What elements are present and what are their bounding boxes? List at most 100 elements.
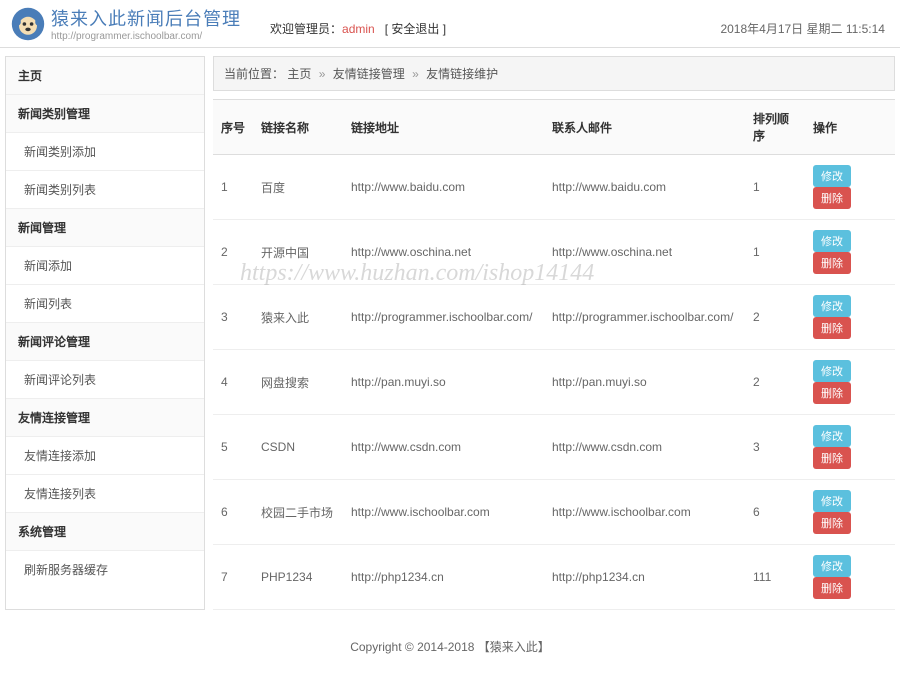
- cell-url: http://www.ischoolbar.com: [343, 480, 544, 545]
- table-row: 2开源中国http://www.oschina.nethttp://www.os…: [213, 220, 895, 285]
- cell-actions: 修改删除: [805, 480, 895, 545]
- welcome-text: 欢迎管理员：admin: [270, 20, 375, 37]
- cell-no: 7: [213, 545, 253, 610]
- edit-button[interactable]: 修改: [813, 425, 851, 447]
- cell-url: http://www.csdn.com: [343, 415, 544, 480]
- delete-button[interactable]: 删除: [813, 577, 851, 599]
- sidebar-item-10[interactable]: 友情连接添加: [6, 437, 204, 475]
- breadcrumb-item[interactable]: 友情链接维护: [426, 67, 498, 81]
- sidebar-item-3[interactable]: 新闻类别列表: [6, 171, 204, 209]
- table-row: 7PHP1234http://php1234.cnhttp://php1234.…: [213, 545, 895, 610]
- edit-button[interactable]: 修改: [813, 360, 851, 382]
- cell-no: 5: [213, 415, 253, 480]
- cell-email: http://www.ischoolbar.com: [544, 480, 745, 545]
- logo-subtitle: http://programmer.ischoolbar.com/: [51, 31, 241, 42]
- table-row: 6校园二手市场http://www.ischoolbar.comhttp://w…: [213, 480, 895, 545]
- cell-email: http://programmer.ischoolbar.com/: [544, 285, 745, 350]
- cell-name: 网盘搜索: [253, 350, 343, 415]
- sidebar-item-4[interactable]: 新闻管理: [6, 209, 204, 247]
- cell-no: 6: [213, 480, 253, 545]
- table-row: 3猿来入此http://programmer.ischoolbar.com/ht…: [213, 285, 895, 350]
- delete-button[interactable]: 删除: [813, 382, 851, 404]
- cell-no: 4: [213, 350, 253, 415]
- cell-url: http://programmer.ischoolbar.com/: [343, 285, 544, 350]
- logo: 猿来入此新闻后台管理 http://programmer.ischoolbar.…: [10, 5, 241, 42]
- cell-actions: 修改删除: [805, 220, 895, 285]
- delete-button[interactable]: 删除: [813, 252, 851, 274]
- cell-actions: 修改删除: [805, 350, 895, 415]
- cell-url: http://pan.muyi.so: [343, 350, 544, 415]
- monkey-icon: [10, 6, 46, 42]
- edit-button[interactable]: 修改: [813, 295, 851, 317]
- cell-order: 111: [745, 545, 805, 610]
- sidebar-item-11[interactable]: 友情连接列表: [6, 475, 204, 513]
- delete-button[interactable]: 删除: [813, 512, 851, 534]
- sidebar-item-6[interactable]: 新闻列表: [6, 285, 204, 323]
- cell-email: http://www.oschina.net: [544, 220, 745, 285]
- cell-order: 1: [745, 155, 805, 220]
- cell-name: CSDN: [253, 415, 343, 480]
- column-header: 序号: [213, 100, 253, 155]
- sidebar-item-7[interactable]: 新闻评论管理: [6, 323, 204, 361]
- cell-email: http://www.csdn.com: [544, 415, 745, 480]
- column-header: 联系人邮件: [544, 100, 745, 155]
- cell-actions: 修改删除: [805, 415, 895, 480]
- cell-no: 3: [213, 285, 253, 350]
- delete-button[interactable]: 删除: [813, 187, 851, 209]
- cell-order: 2: [745, 285, 805, 350]
- table-row: 5CSDNhttp://www.csdn.comhttp://www.csdn.…: [213, 415, 895, 480]
- admin-name: admin: [342, 22, 375, 36]
- column-header: 链接地址: [343, 100, 544, 155]
- cell-name: 校园二手市场: [253, 480, 343, 545]
- column-header: 链接名称: [253, 100, 343, 155]
- breadcrumb-item[interactable]: 主页: [287, 67, 311, 81]
- table-row: 1百度http://www.baidu.comhttp://www.baidu.…: [213, 155, 895, 220]
- cell-name: 开源中国: [253, 220, 343, 285]
- edit-button[interactable]: 修改: [813, 165, 851, 187]
- content: 当前位置： 主页 » 友情链接管理 » 友情链接维护 序号链接名称链接地址联系人…: [213, 56, 895, 610]
- cell-name: 猿来入此: [253, 285, 343, 350]
- sidebar-item-8[interactable]: 新闻评论列表: [6, 361, 204, 399]
- edit-button[interactable]: 修改: [813, 490, 851, 512]
- breadcrumb-item[interactable]: 友情链接管理: [333, 67, 405, 81]
- logo-title: 猿来入此新闻后台管理: [51, 5, 241, 31]
- cell-name: PHP1234: [253, 545, 343, 610]
- column-header: 操作: [805, 100, 895, 155]
- edit-button[interactable]: 修改: [813, 230, 851, 252]
- cell-no: 1: [213, 155, 253, 220]
- cell-order: 6: [745, 480, 805, 545]
- cell-url: http://www.oschina.net: [343, 220, 544, 285]
- cell-no: 2: [213, 220, 253, 285]
- edit-button[interactable]: 修改: [813, 555, 851, 577]
- breadcrumb: 当前位置： 主页 » 友情链接管理 » 友情链接维护: [213, 56, 895, 91]
- delete-button[interactable]: 删除: [813, 447, 851, 469]
- sidebar-item-5[interactable]: 新闻添加: [6, 247, 204, 285]
- cell-order: 1: [745, 220, 805, 285]
- logout-link[interactable]: [ 安全退出 ]: [385, 20, 446, 37]
- cell-email: http://php1234.cn: [544, 545, 745, 610]
- cell-order: 3: [745, 415, 805, 480]
- sidebar-item-2[interactable]: 新闻类别添加: [6, 133, 204, 171]
- cell-url: http://php1234.cn: [343, 545, 544, 610]
- cell-url: http://www.baidu.com: [343, 155, 544, 220]
- datetime: 2018年4月17日 星期二 11:5:14: [720, 20, 885, 37]
- cell-actions: 修改删除: [805, 155, 895, 220]
- delete-button[interactable]: 删除: [813, 317, 851, 339]
- link-table: 序号链接名称链接地址联系人邮件排列顺序操作 1百度http://www.baid…: [213, 99, 895, 610]
- sidebar-item-9[interactable]: 友情连接管理: [6, 399, 204, 437]
- sidebar-item-13[interactable]: 刷新服务器缓存: [6, 551, 204, 588]
- table-row: 4网盘搜索http://pan.muyi.sohttp://pan.muyi.s…: [213, 350, 895, 415]
- cell-order: 2: [745, 350, 805, 415]
- cell-email: http://pan.muyi.so: [544, 350, 745, 415]
- cell-name: 百度: [253, 155, 343, 220]
- header: 猿来入此新闻后台管理 http://programmer.ischoolbar.…: [0, 0, 900, 48]
- cell-actions: 修改删除: [805, 545, 895, 610]
- sidebar-item-0[interactable]: 主页: [6, 57, 204, 95]
- cell-actions: 修改删除: [805, 285, 895, 350]
- sidebar-item-1[interactable]: 新闻类别管理: [6, 95, 204, 133]
- cell-email: http://www.baidu.com: [544, 155, 745, 220]
- sidebar: 主页新闻类别管理新闻类别添加新闻类别列表新闻管理新闻添加新闻列表新闻评论管理新闻…: [5, 56, 205, 610]
- sidebar-item-12[interactable]: 系统管理: [6, 513, 204, 551]
- footer: Copyright © 2014-2018 【猿来入此】: [0, 618, 900, 675]
- column-header: 排列顺序: [745, 100, 805, 155]
